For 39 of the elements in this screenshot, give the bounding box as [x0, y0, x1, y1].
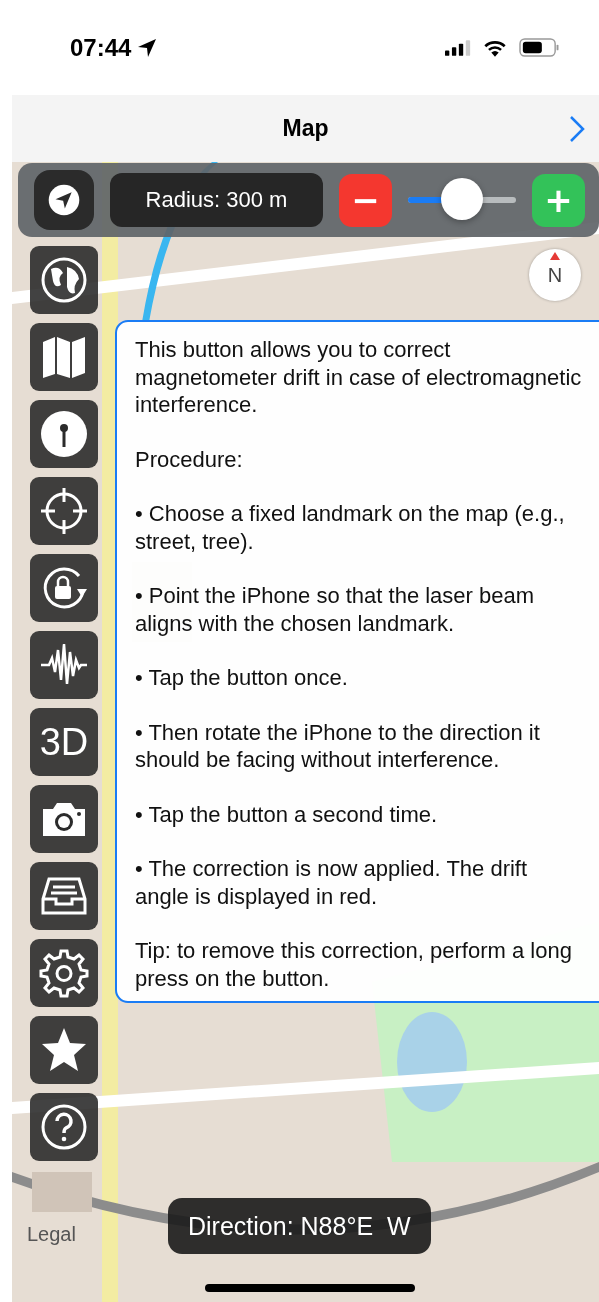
sidebar-button[interactable] — [30, 477, 98, 545]
sidebar-button[interactable] — [30, 862, 98, 930]
sidebar-button[interactable] — [30, 1016, 98, 1084]
help-text: • Tap the button a second time. — [135, 800, 439, 828]
settings-icon — [39, 948, 89, 998]
decrease-button[interactable]: − — [339, 173, 392, 227]
help-text: • Choose a fixed landmark on the map (e.g., street, tree). — [135, 500, 566, 555]
crosshair-icon — [39, 486, 89, 536]
view-3d-button[interactable]: 3D — [30, 708, 98, 776]
battery-icon — [519, 38, 559, 57]
help-text: • Tap the button once. — [135, 664, 349, 692]
slider-thumb[interactable] — [441, 178, 483, 220]
sidebar-button[interactable] — [30, 631, 98, 699]
help-icon — [39, 1102, 89, 1152]
chevron-right-icon[interactable] — [569, 115, 585, 143]
radius-label: Radius: 300 m — [110, 173, 323, 227]
status-time: 07:44 — [70, 33, 132, 62]
help-text: Procedure: — [135, 445, 244, 473]
nav-title: Map — [282, 115, 329, 142]
help-text: Tip: to remove this correction, perform a long press on the button. — [135, 937, 573, 992]
signal-icon — [445, 39, 471, 56]
sidebar-button[interactable] — [30, 400, 98, 468]
direction-label: Direction: N88°E W — [168, 1198, 431, 1254]
help-text: • The correction is now applied. The drift angle is displayed in red. — [135, 855, 529, 910]
needle-icon — [550, 252, 560, 260]
sidebar-button[interactable] — [30, 785, 98, 853]
location-arrow-icon — [137, 37, 158, 58]
help-text: • Then rotate the iPhone to the direction it should be facing without interference. — [135, 718, 541, 774]
sidebar-button[interactable] — [30, 323, 98, 391]
sidebar-button[interactable] — [30, 554, 98, 622]
help-text: • Point the iPhone so that the laser beam aligns with the chosen landmark. — [135, 582, 536, 637]
sidebar-button[interactable] — [30, 246, 98, 314]
pin-icon — [39, 409, 89, 459]
help-text: This button allows you to correct magnetometer drift in case of electromagnetic interference. — [135, 336, 583, 419]
legal-link[interactable]: Legal — [27, 1223, 76, 1246]
sidebar-button[interactable] — [30, 1093, 98, 1161]
locate-button[interactable] — [34, 170, 94, 230]
wifi-icon — [483, 38, 507, 57]
sidebar-button[interactable] — [30, 939, 98, 1007]
